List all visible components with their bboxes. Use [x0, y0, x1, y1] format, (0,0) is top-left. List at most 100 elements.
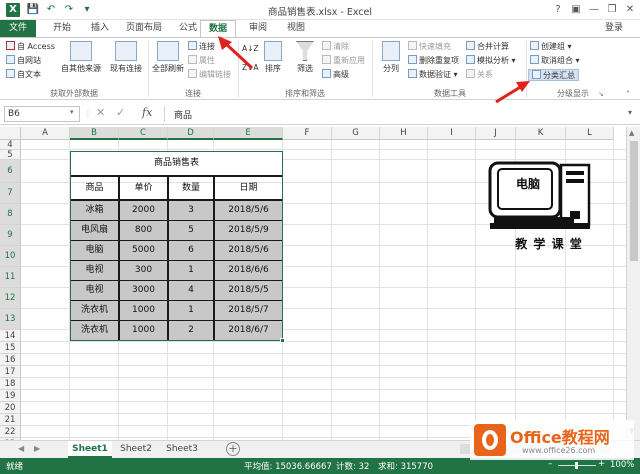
- customize-toolbar-icon[interactable]: ▾: [80, 3, 94, 17]
- other-sources-button[interactable]: 自其他来源: [58, 41, 104, 74]
- row-header-14[interactable]: 14: [0, 330, 21, 342]
- table-cell[interactable]: 电视: [70, 260, 119, 281]
- table-title[interactable]: 商品销售表: [70, 151, 283, 176]
- table-cell[interactable]: 1000: [119, 300, 168, 321]
- ungroup-button[interactable]: 取消组合 ▾: [530, 55, 580, 67]
- zoom-out-icon[interactable]: –: [548, 459, 552, 469]
- formula-input[interactable]: 商品: [174, 108, 192, 121]
- minimize-button[interactable]: —: [586, 2, 602, 18]
- row-header-19[interactable]: 19: [0, 390, 21, 402]
- table-cell[interactable]: 3: [168, 200, 214, 221]
- advanced-filter-button[interactable]: 高级: [322, 69, 349, 81]
- scroll-up-icon[interactable]: ▲: [629, 129, 634, 137]
- enter-icon[interactable]: ✓: [116, 106, 125, 119]
- table-cell[interactable]: 1: [168, 300, 214, 321]
- zoom-in-icon[interactable]: +: [598, 459, 605, 469]
- sheet-tab-sheet1[interactable]: Sheet1: [68, 441, 112, 458]
- table-header-cell[interactable]: 商品: [70, 176, 119, 200]
- from-access-button[interactable]: 自 Access: [6, 41, 55, 53]
- column-header-l[interactable]: L: [566, 127, 614, 140]
- name-box[interactable]: B6: [4, 106, 80, 122]
- table-cell[interactable]: 800: [119, 220, 168, 241]
- table-cell[interactable]: 300: [119, 260, 168, 281]
- what-if-analysis-button[interactable]: 模拟分析 ▾: [466, 55, 516, 67]
- table-cell[interactable]: 电脑: [70, 240, 119, 261]
- sheet-prev-icon[interactable]: ◀: [18, 444, 24, 453]
- tab-home[interactable]: 开始: [44, 20, 80, 37]
- table-cell[interactable]: 5: [168, 220, 214, 241]
- column-header-i[interactable]: I: [428, 127, 476, 140]
- row-header-18[interactable]: 18: [0, 378, 21, 390]
- existing-connections-button[interactable]: 现有连接: [106, 41, 146, 74]
- row-header-4[interactable]: 4: [0, 140, 21, 150]
- name-box-dropdown-icon[interactable]: ▾: [70, 108, 74, 116]
- table-cell[interactable]: 2018/6/7: [214, 320, 283, 341]
- row-header-20[interactable]: 20: [0, 402, 21, 414]
- expand-formula-bar-icon[interactable]: ▾: [628, 108, 632, 117]
- group-button[interactable]: 创建组 ▾: [530, 41, 572, 53]
- row-header-17[interactable]: 17: [0, 366, 21, 378]
- dialog-launcher-icon[interactable]: ↘: [598, 90, 604, 98]
- column-header-f[interactable]: F: [283, 127, 332, 140]
- cancel-icon[interactable]: ✕: [96, 106, 105, 119]
- fill-handle[interactable]: [280, 338, 285, 343]
- row-header-12[interactable]: 12: [0, 288, 21, 309]
- table-cell[interactable]: 洗衣机: [70, 300, 119, 321]
- close-button[interactable]: ✕: [622, 2, 638, 18]
- ribbon-display-icon[interactable]: ▣: [568, 2, 584, 18]
- table-cell[interactable]: 2000: [119, 200, 168, 221]
- reapply-button[interactable]: 重新应用: [322, 55, 365, 67]
- clear-filter-button[interactable]: 清除: [322, 41, 349, 53]
- save-icon[interactable]: 💾: [26, 3, 40, 17]
- vertical-scrollbar[interactable]: ▲ ▼: [626, 127, 640, 440]
- row-header-13[interactable]: 13: [0, 309, 21, 330]
- column-header-c[interactable]: C: [119, 127, 168, 140]
- refresh-all-button[interactable]: 全部刷新: [150, 41, 186, 74]
- tab-file[interactable]: 文件: [0, 20, 36, 37]
- table-header-cell[interactable]: 日期: [214, 176, 283, 200]
- restore-button[interactable]: ❐: [604, 2, 620, 18]
- redo-icon[interactable]: ↷: [62, 3, 76, 17]
- consolidate-button[interactable]: 合并计算: [466, 41, 509, 53]
- table-cell[interactable]: 2018/5/7: [214, 300, 283, 321]
- insert-function-icon[interactable]: fx: [142, 106, 152, 119]
- data-validation-button[interactable]: 数据验证 ▾: [408, 69, 458, 81]
- remove-duplicates-button[interactable]: 删除重复项: [408, 55, 459, 67]
- from-text-button[interactable]: 自文本: [6, 69, 41, 81]
- row-header-21[interactable]: 21: [0, 414, 21, 426]
- row-header-22[interactable]: 22: [0, 426, 21, 438]
- row-header-5[interactable]: 5: [0, 150, 21, 160]
- select-all-corner[interactable]: [0, 127, 21, 140]
- tab-insert[interactable]: 插入: [82, 20, 118, 37]
- table-cell[interactable]: 3000: [119, 280, 168, 301]
- table-cell[interactable]: 2018/5/6: [214, 240, 283, 261]
- tab-view[interactable]: 视图: [278, 20, 314, 37]
- row-header-8[interactable]: 8: [0, 204, 21, 225]
- sort-button[interactable]: 排序: [260, 41, 286, 74]
- table-cell[interactable]: 5000: [119, 240, 168, 261]
- table-cell[interactable]: 2018/5/5: [214, 280, 283, 301]
- vertical-scroll-thumb[interactable]: [630, 141, 638, 261]
- sheet-tab-sheet3[interactable]: Sheet3: [160, 441, 204, 458]
- column-header-a[interactable]: A: [21, 127, 70, 140]
- sheet-next-icon[interactable]: ▶: [34, 444, 40, 453]
- filter-button[interactable]: 筛选: [290, 41, 320, 74]
- row-header-11[interactable]: 11: [0, 267, 21, 288]
- table-cell[interactable]: 4: [168, 280, 214, 301]
- table-cell[interactable]: 2: [168, 320, 214, 341]
- column-header-h[interactable]: H: [380, 127, 428, 140]
- column-header-g[interactable]: G: [332, 127, 380, 140]
- worksheet-grid[interactable]: ABCDEFGHIJKL 4 5 6 7 8 9 10 11 12 13 14 15 16 17 18 19 2…: [0, 127, 626, 440]
- column-header-d[interactable]: D: [168, 127, 214, 140]
- row-header-7[interactable]: 7: [0, 183, 21, 204]
- row-header-9[interactable]: 9: [0, 225, 21, 246]
- add-sheet-icon[interactable]: +: [226, 442, 240, 456]
- sheet-tab-sheet2[interactable]: Sheet2: [114, 441, 158, 458]
- table-cell[interactable]: 电视: [70, 280, 119, 301]
- table-cell[interactable]: 冰箱: [70, 200, 119, 221]
- login-link[interactable]: 登录: [596, 20, 632, 37]
- table-cell[interactable]: 1: [168, 260, 214, 281]
- flash-fill-button[interactable]: 快速填充: [408, 41, 451, 53]
- collapse-ribbon-icon[interactable]: ˄: [626, 90, 630, 99]
- help-button[interactable]: ?: [550, 2, 566, 18]
